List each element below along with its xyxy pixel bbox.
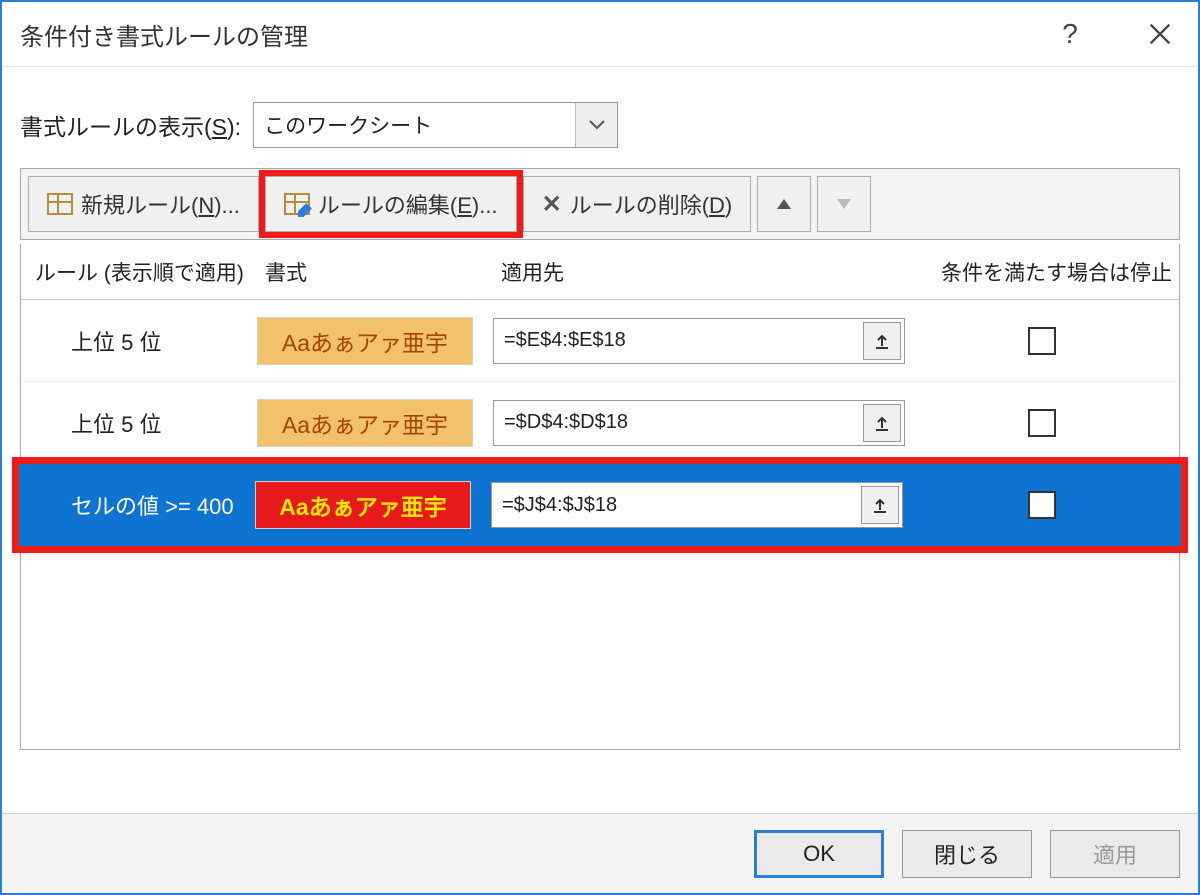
- dialog-title: 条件付き書式ルールの管理: [20, 17, 308, 52]
- applies-range[interactable]: [493, 318, 905, 364]
- rules-panel: ルール (表示順で適用) 書式 適用先 条件を満たす場合は停止 上位 5 位Aa…: [20, 244, 1180, 750]
- ok-button[interactable]: OK: [754, 830, 884, 878]
- applies-range[interactable]: [491, 482, 903, 528]
- format-preview: Aaあぁアァ亜宇: [255, 481, 471, 529]
- stop-if-true-checkbox[interactable]: [1028, 409, 1056, 437]
- filter-row: 書式ルールの表示(S): このワークシート: [20, 102, 1180, 148]
- close-button[interactable]: [1140, 14, 1180, 54]
- filter-label: 書式ルールの表示(S):: [20, 108, 241, 142]
- filter-value: このワークシート: [264, 110, 432, 140]
- rules-header: ルール (表示順で適用) 書式 適用先 条件を満たす場合は停止: [21, 244, 1179, 300]
- rule-name: 上位 5 位: [21, 325, 257, 357]
- range-picker-icon: [873, 414, 891, 432]
- rule-row[interactable]: セルの値 >= 400Aaあぁアァ亜宇: [19, 464, 1181, 546]
- close-icon: [1146, 20, 1174, 48]
- applies-input[interactable]: [494, 319, 863, 363]
- range-picker-icon: [873, 332, 891, 350]
- rule-name: セルの値 >= 400: [19, 489, 255, 521]
- col-rule: ルール (表示順で適用): [21, 257, 257, 287]
- chevron-down-icon[interactable]: [575, 103, 617, 147]
- delete-x-icon: ✕: [542, 190, 562, 219]
- filter-combobox[interactable]: このワークシート: [253, 102, 618, 148]
- range-picker-icon: [871, 496, 889, 514]
- applies-range[interactable]: [493, 400, 905, 446]
- dialog-window: 条件付き書式ルールの管理 ? 書式ルールの表示(S): このワークシート 新規ル: [0, 0, 1200, 895]
- col-format: 書式: [257, 257, 493, 287]
- stop-if-true-checkbox[interactable]: [1028, 491, 1056, 519]
- applies-input[interactable]: [492, 483, 861, 527]
- range-picker-button[interactable]: [861, 486, 899, 524]
- apply-button[interactable]: 適用: [1050, 830, 1180, 878]
- col-stop: 条件を満たす場合は停止: [933, 257, 1179, 287]
- rule-row[interactable]: 上位 5 位Aaあぁアァ亜宇: [21, 300, 1179, 382]
- range-picker-button[interactable]: [863, 404, 901, 442]
- toolbar: 新規ルール(N)... ルールの編集(E)... ✕ ルールの削除(D): [20, 168, 1180, 240]
- grid-new-icon: [47, 193, 73, 215]
- move-down-button[interactable]: [817, 176, 871, 232]
- col-applies: 適用先: [493, 257, 933, 287]
- format-preview: Aaあぁアァ亜宇: [257, 399, 473, 447]
- close-dialog-button[interactable]: 閉じる: [902, 830, 1032, 878]
- range-picker-button[interactable]: [863, 322, 901, 360]
- bottom-bar: OK 閉じる 適用: [2, 813, 1198, 893]
- stop-if-true-checkbox[interactable]: [1028, 327, 1056, 355]
- triangle-down-icon: [835, 197, 853, 211]
- move-up-button[interactable]: [757, 176, 811, 232]
- format-preview: Aaあぁアァ亜宇: [257, 317, 473, 365]
- titlebar: 条件付き書式ルールの管理 ?: [2, 2, 1198, 67]
- new-rule-button[interactable]: 新規ルール(N)...: [28, 176, 259, 232]
- triangle-up-icon: [775, 197, 793, 211]
- edit-rule-button[interactable]: ルールの編集(E)...: [265, 176, 517, 232]
- rule-name: 上位 5 位: [21, 407, 257, 439]
- delete-rule-button[interactable]: ✕ ルールの削除(D): [523, 176, 752, 232]
- applies-input[interactable]: [494, 401, 863, 445]
- grid-edit-icon: [284, 193, 310, 215]
- help-button[interactable]: ?: [1050, 14, 1090, 54]
- rule-row[interactable]: 上位 5 位Aaあぁアァ亜宇: [21, 382, 1179, 464]
